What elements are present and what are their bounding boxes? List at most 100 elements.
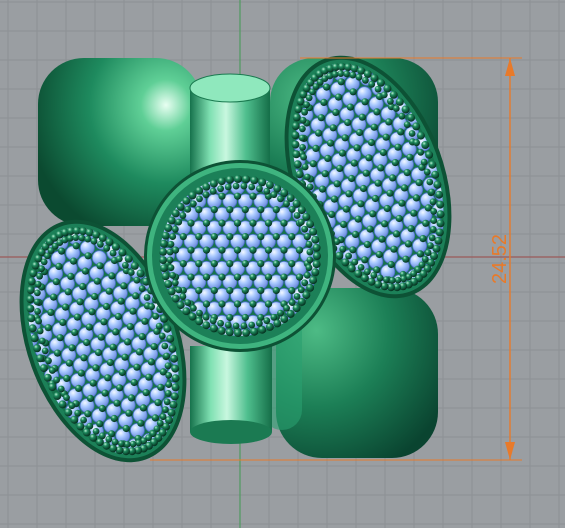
rim-bead bbox=[28, 324, 37, 333]
rim-bead bbox=[171, 374, 180, 383]
rim-bead bbox=[360, 274, 369, 283]
rim-bead bbox=[270, 313, 278, 321]
prong-bead bbox=[326, 139, 335, 147]
prong-bead bbox=[318, 185, 327, 193]
rim-bead bbox=[184, 299, 192, 306]
prong-bead bbox=[345, 190, 353, 198]
rim-bead bbox=[159, 413, 167, 421]
prong-bead bbox=[272, 286, 280, 295]
rim-bead bbox=[412, 122, 421, 131]
rim-bead bbox=[160, 239, 168, 248]
prong-bead bbox=[264, 273, 273, 281]
prong-bead bbox=[400, 184, 409, 192]
prong-bead bbox=[210, 233, 218, 241]
dimension-arrow-bottom bbox=[505, 442, 515, 460]
rim-bead bbox=[171, 364, 180, 373]
prong-bead bbox=[68, 344, 76, 352]
prong-bead bbox=[210, 260, 218, 268]
rim-bead bbox=[364, 268, 371, 276]
prong-bead bbox=[86, 394, 95, 402]
rim-bead bbox=[163, 324, 172, 333]
rim-bead bbox=[435, 228, 444, 237]
rim-bead bbox=[163, 398, 171, 406]
prong-bead bbox=[382, 133, 390, 141]
rim-bead bbox=[277, 309, 284, 317]
rim-bead bbox=[156, 419, 164, 427]
rim-bead bbox=[171, 209, 180, 218]
cad-viewport[interactable]: 24.52 bbox=[0, 0, 565, 528]
rim-bead bbox=[72, 234, 80, 242]
rim-bead bbox=[167, 264, 175, 272]
prong-bead bbox=[394, 143, 402, 151]
rim-bead bbox=[30, 334, 39, 343]
rim-bead bbox=[436, 219, 445, 228]
prong-bead bbox=[226, 206, 234, 214]
rim-bead bbox=[256, 185, 263, 193]
rim-bead bbox=[57, 385, 65, 393]
prong-bead bbox=[117, 297, 125, 305]
prong-bead bbox=[91, 292, 99, 301]
prong-bead bbox=[407, 225, 415, 233]
prong-bead bbox=[96, 262, 104, 270]
rim-bead bbox=[425, 150, 434, 159]
prong-bead bbox=[120, 282, 128, 290]
rim-bead bbox=[225, 328, 234, 337]
rim-bead bbox=[398, 112, 406, 120]
rim-bead bbox=[347, 264, 356, 273]
rim-bead bbox=[167, 216, 176, 225]
rim-bead bbox=[395, 97, 404, 106]
prong-bead bbox=[264, 219, 273, 227]
rim-bead bbox=[164, 362, 172, 370]
prong-bead bbox=[249, 300, 257, 308]
rim-bead bbox=[43, 373, 52, 382]
prong-bead bbox=[85, 323, 93, 331]
rim-bead bbox=[423, 168, 431, 176]
prong-bead bbox=[56, 334, 64, 342]
rim-bead bbox=[304, 173, 311, 181]
rim-bead bbox=[421, 255, 429, 263]
prong-bead bbox=[135, 348, 144, 356]
rim-bead bbox=[26, 304, 35, 313]
rim-bead bbox=[34, 280, 42, 288]
rim-bead bbox=[311, 235, 320, 244]
prong-bead bbox=[187, 246, 195, 254]
rim-bead bbox=[84, 235, 92, 243]
prong-bead bbox=[390, 245, 398, 253]
rim-bead bbox=[232, 182, 240, 190]
rim-bead bbox=[39, 337, 46, 345]
rim-bead bbox=[124, 254, 133, 263]
prong-bead bbox=[410, 209, 418, 217]
viewport-canvas[interactable]: 24.52 bbox=[0, 0, 565, 528]
prong-bead bbox=[96, 420, 104, 428]
rim-bead bbox=[182, 307, 191, 316]
rim-bead bbox=[288, 299, 296, 306]
prong-bead bbox=[84, 252, 92, 260]
prong-bead bbox=[187, 273, 195, 281]
rim-bead bbox=[343, 70, 351, 78]
rim-bead bbox=[428, 234, 436, 242]
rim-bead bbox=[130, 261, 139, 270]
prong-bead bbox=[218, 300, 226, 308]
rim-bead bbox=[39, 364, 48, 373]
prong-bead bbox=[367, 138, 376, 147]
rim-bead bbox=[171, 383, 180, 392]
rim-bead bbox=[421, 141, 430, 149]
rim-bead bbox=[303, 101, 310, 109]
rim-bead bbox=[349, 71, 357, 79]
prong-bead bbox=[288, 286, 296, 295]
prong-bead bbox=[142, 389, 150, 397]
rim-bead bbox=[250, 176, 259, 185]
pendant-model[interactable] bbox=[0, 33, 483, 486]
prong-bead bbox=[129, 307, 137, 315]
prong-bead bbox=[280, 246, 288, 254]
rim-bead bbox=[115, 255, 123, 263]
prong-bead bbox=[81, 267, 89, 275]
rim-bead bbox=[111, 242, 120, 251]
rim-bead bbox=[299, 144, 306, 151]
rim-bead bbox=[164, 224, 173, 232]
rim-bead bbox=[179, 212, 187, 219]
prong-bead bbox=[320, 98, 328, 106]
rim-bead bbox=[202, 182, 211, 191]
prong-bead bbox=[64, 288, 72, 296]
prong-bead bbox=[121, 353, 129, 361]
